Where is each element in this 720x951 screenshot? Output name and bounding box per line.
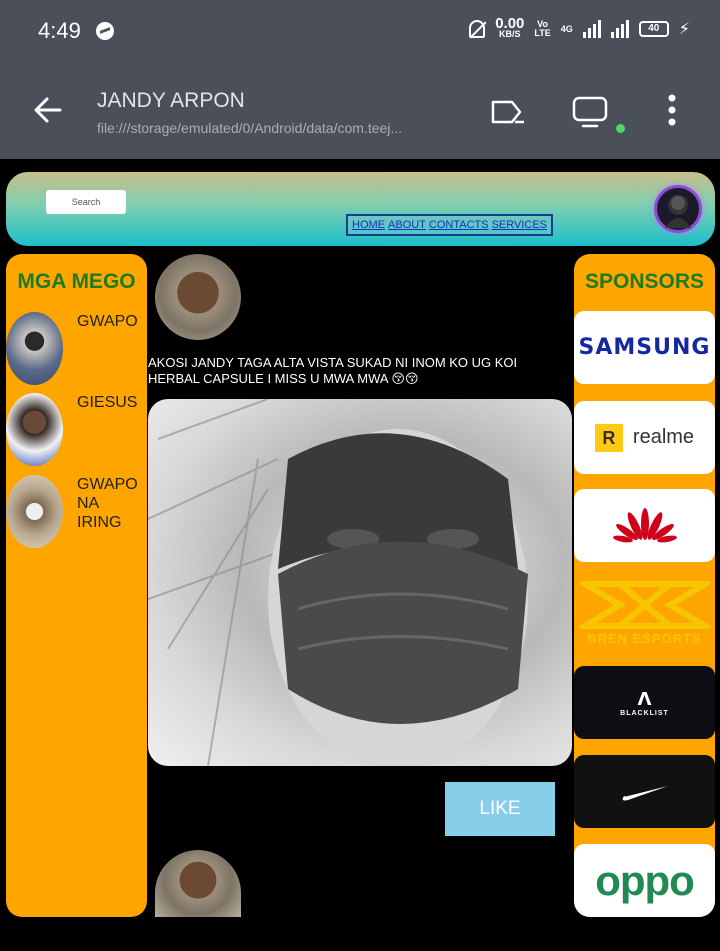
nav-home[interactable]: HOME xyxy=(352,219,385,231)
charging-icon: ⚡ xyxy=(678,21,690,38)
friend-avatar xyxy=(6,312,63,385)
sponsor-nike[interactable] xyxy=(574,755,715,828)
battery-icon: 40 xyxy=(638,21,669,37)
app-bar: JANDY ARPON file:///storage/emulated/0/A… xyxy=(0,62,720,159)
friend-name: GIESUS xyxy=(77,394,138,411)
status-icons: 0.00 KB/S Vo LTE 4G 40 ⚡ xyxy=(469,15,690,40)
sponsor-huawei[interactable] xyxy=(574,489,715,562)
sponsor-oppo[interactable]: oppo xyxy=(574,844,715,917)
messenger-icon xyxy=(96,22,114,40)
photo-content xyxy=(148,399,528,766)
more-vert-icon[interactable] xyxy=(660,92,700,132)
friends-panel: MGA MEGO GWAPO GIESUS GWAPO NA IRING xyxy=(6,254,147,917)
active-indicator xyxy=(616,124,625,133)
sponsors-title: SPONSORS xyxy=(584,270,705,293)
nike-swoosh-icon xyxy=(622,785,668,800)
friend-name: GWAPO NA IRING xyxy=(77,476,138,531)
page-title: JANDY ARPON xyxy=(97,89,245,112)
friend-avatar xyxy=(6,475,63,548)
nav-services[interactable]: SERVICES xyxy=(492,219,547,231)
page-url: file:///storage/emulated/0/Android/data/… xyxy=(97,120,403,136)
post-text: AKOSI JANDY TAGA ALTA VISTA SUKAD NI INO… xyxy=(148,355,518,386)
nav-contacts[interactable]: CONTACTS xyxy=(429,219,489,231)
sponsor-blacklist[interactable]: ᐱ BLACKLIST xyxy=(574,666,715,739)
volte-indicator: Vo LTE xyxy=(534,19,551,38)
desktop-mode-icon[interactable] xyxy=(570,92,610,132)
network-speed: 0.00 KB/S xyxy=(495,15,525,39)
clock: 4:49 xyxy=(38,18,81,43)
profile-avatar[interactable] xyxy=(654,185,702,233)
back-arrow-icon[interactable] xyxy=(30,92,66,128)
search-input[interactable]: Search xyxy=(46,190,126,214)
sponsor-bren-esports[interactable]: BREN ESPORTS xyxy=(574,576,715,649)
sponsors-panel: SPONSORS SAMSUNG R realme BREN ESPORTS ᐱ… xyxy=(574,254,715,917)
network-type: 4G xyxy=(560,24,573,34)
blacklist-logo-icon: ᐱ xyxy=(637,688,652,709)
post-author-avatar-2[interactable] xyxy=(155,850,241,917)
open-in-browser-icon[interactable] xyxy=(488,92,528,132)
post-photo xyxy=(148,399,572,766)
nav-about[interactable]: ABOUT xyxy=(388,219,426,231)
status-bar: 4:49 0.00 KB/S Vo LTE 4G 40 ⚡ xyxy=(0,0,720,62)
site-header: Search HOME ABOUT CONTACTS SERVICES xyxy=(6,172,715,246)
bren-logo-icon xyxy=(579,581,710,629)
signal-icon xyxy=(582,20,601,38)
signal-icon-2 xyxy=(610,20,629,38)
post-author-avatar[interactable] xyxy=(155,254,241,340)
realme-logo-icon: R xyxy=(594,423,623,452)
huawei-logo-icon xyxy=(612,507,677,542)
like-button[interactable]: LIKE xyxy=(445,782,555,836)
sponsor-realme[interactable]: R realme xyxy=(574,401,715,474)
sponsor-samsung[interactable]: SAMSUNG xyxy=(574,311,715,384)
person-icon xyxy=(665,196,691,228)
friend-name: GWAPO xyxy=(77,313,138,330)
bell-muted-icon xyxy=(469,20,486,38)
nav-menu: HOME ABOUT CONTACTS SERVICES xyxy=(346,214,554,236)
friend-avatar xyxy=(6,393,63,466)
friends-title: MGA MEGO xyxy=(17,270,136,293)
